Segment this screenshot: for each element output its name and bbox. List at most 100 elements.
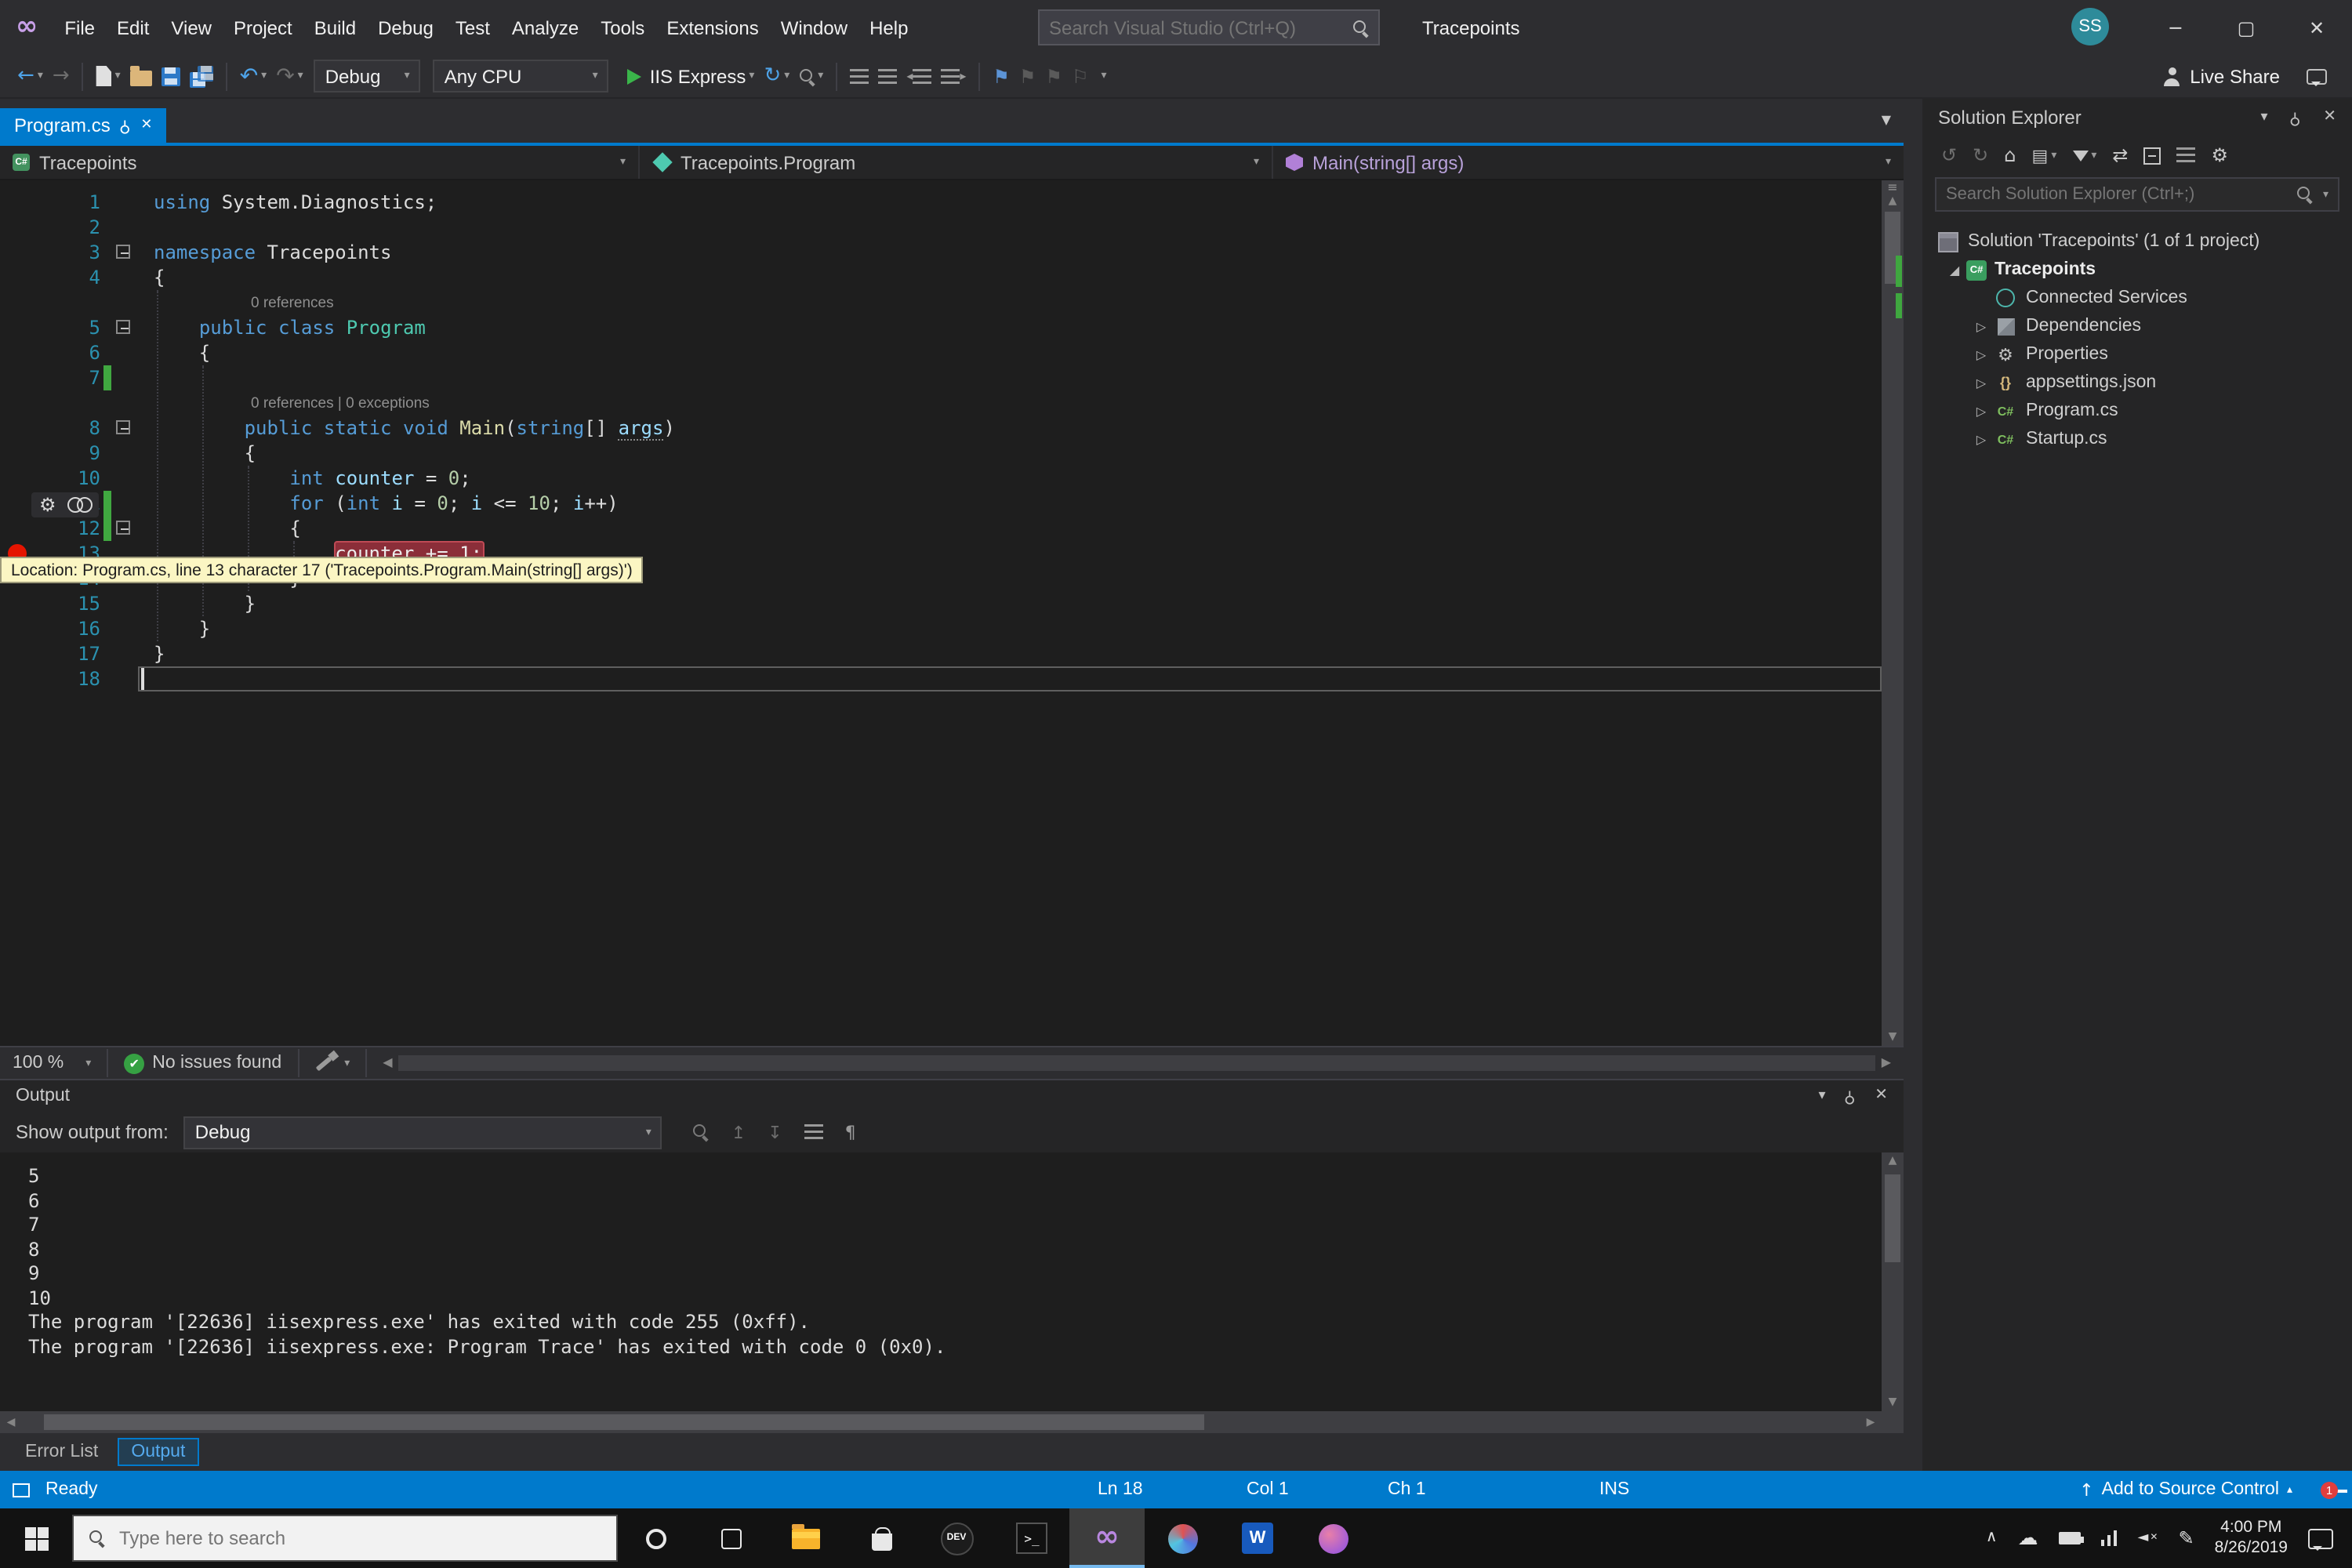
breakpoint-margin[interactable]	[0, 466, 41, 491]
toolbar-overflow-button[interactable]	[1098, 71, 1107, 82]
pin-icon[interactable]	[1845, 1088, 1857, 1104]
find-message-icon[interactable]	[693, 1124, 710, 1140]
solution-explorer-header[interactable]: Solution Explorer	[1922, 99, 2352, 136]
fold-collapse-icon[interactable]	[116, 320, 130, 334]
microsoft-store-button[interactable]	[844, 1508, 919, 1568]
scroll-down-icon[interactable]	[1882, 1032, 1904, 1043]
menu-help[interactable]: Help	[858, 0, 919, 55]
save-button[interactable]	[161, 67, 180, 85]
output-vertical-scrollbar[interactable]	[1882, 1152, 1904, 1411]
window-position-icon[interactable]	[2261, 110, 2268, 125]
open-file-button[interactable]	[129, 66, 152, 86]
toggle-bookmark-button[interactable]	[993, 67, 1010, 85]
scroll-left-icon[interactable]	[0, 1417, 22, 1428]
breakpoint-adornment[interactable]	[31, 492, 99, 517]
breakpoint-margin[interactable]	[0, 290, 41, 315]
refresh-button[interactable]	[764, 66, 789, 86]
file-explorer-button[interactable]	[768, 1508, 844, 1568]
close-icon[interactable]	[2323, 110, 2336, 125]
tree-item-tracepoints[interactable]: ◢ Tracepoints	[1922, 256, 2352, 284]
window-position-icon[interactable]	[1819, 1088, 1826, 1104]
breakpoint-margin[interactable]	[0, 416, 41, 441]
close-button[interactable]	[2281, 0, 2352, 55]
forward-icon[interactable]	[1973, 146, 1988, 165]
chevron-down-icon[interactable]	[115, 71, 121, 82]
tree-item-appsettings-json[interactable]: ▷ appsettings.json	[1922, 368, 2352, 397]
home-icon[interactable]	[2004, 146, 2016, 165]
close-icon[interactable]	[1875, 1088, 1888, 1104]
breakpoint-margin[interactable]	[0, 666, 41, 691]
breakpoint-toggle-icon[interactable]	[67, 497, 93, 513]
tree-item-startup-cs[interactable]: ▷ Startup.cs	[1922, 425, 2352, 453]
start-button[interactable]	[0, 1508, 72, 1568]
breakpoint-margin[interactable]	[0, 616, 41, 641]
breakpoint-margin[interactable]	[0, 190, 41, 215]
scrollbar-thumb[interactable]	[1885, 1174, 1900, 1262]
code-text[interactable]: }	[138, 641, 1882, 666]
live-share-button[interactable]: Live Share	[2161, 65, 2280, 87]
fold-collapse-icon[interactable]	[116, 245, 130, 259]
breadcrumb-type-dropdown[interactable]: Tracepoints.Program	[640, 146, 1273, 179]
editor-vertical-scrollbar[interactable]	[1882, 180, 1904, 1046]
chevron-collapsed-icon[interactable]: ▷	[1969, 432, 1993, 446]
save-all-button[interactable]	[189, 65, 213, 87]
menu-edit[interactable]: Edit	[106, 0, 160, 55]
solution-explorer-search-box[interactable]	[1935, 177, 2339, 212]
solution-explorer-search-input[interactable]	[1946, 185, 2298, 204]
tree-item-solution-tracepoints-1-of-1-project[interactable]: Solution 'Tracepoints' (1 of 1 project)	[1922, 227, 2352, 256]
breakpoint-margin[interactable]	[0, 365, 41, 390]
comment-button[interactable]	[850, 68, 869, 84]
switch-views-button[interactable]	[2032, 147, 2057, 164]
menu-project[interactable]: Project	[223, 0, 303, 55]
document-list-dropdown-icon[interactable]	[1882, 114, 1891, 127]
chevron-collapsed-icon[interactable]: ▷	[1969, 376, 1993, 390]
uncomment-button[interactable]	[878, 68, 898, 84]
fold-margin[interactable]	[113, 315, 138, 340]
start-debugging-button[interactable]: IIS Express	[627, 65, 755, 87]
find-in-files-button[interactable]	[799, 68, 823, 84]
tab-error-list[interactable]: Error List	[13, 1439, 111, 1465]
breakpoint-margin[interactable]	[0, 265, 41, 290]
panel-splitter[interactable]	[1904, 99, 1922, 1471]
navigate-forward-button[interactable]	[53, 66, 70, 86]
code-region[interactable]: Location: Program.cs, line 13 character …	[0, 180, 1882, 1046]
chevron-collapsed-icon[interactable]: ▷	[1969, 347, 1993, 361]
chevron-down-icon[interactable]	[261, 71, 267, 82]
chevron-down-icon[interactable]	[344, 1058, 350, 1069]
code-text[interactable]: namespace Tracepoints	[138, 240, 1882, 265]
close-tab-icon[interactable]	[140, 118, 152, 132]
fold-margin[interactable]	[113, 416, 138, 441]
undo-button[interactable]	[240, 65, 267, 87]
chevron-down-icon[interactable]	[1886, 157, 1891, 168]
breakpoint-margin[interactable]	[0, 240, 41, 265]
maximize-button[interactable]	[2211, 0, 2281, 55]
breakpoint-margin[interactable]	[0, 340, 41, 365]
search-icon[interactable]	[2297, 187, 2314, 202]
battery-icon[interactable]	[2058, 1532, 2084, 1544]
minimize-button[interactable]	[2140, 0, 2211, 55]
breakpoint-margin[interactable]	[0, 441, 41, 466]
chevron-collapsed-icon[interactable]: ▷	[1969, 404, 1993, 418]
tree-item-program-cs[interactable]: ▷ Program.cs	[1922, 397, 2352, 425]
zoom-dropdown[interactable]: 100 %	[13, 1054, 91, 1073]
output-source-dropdown[interactable]: Debug	[183, 1116, 662, 1149]
menu-file[interactable]: File	[53, 0, 106, 55]
scroll-up-icon[interactable]	[1882, 1156, 1904, 1167]
menu-extensions[interactable]: Extensions	[655, 0, 769, 55]
scroll-up-icon[interactable]	[1882, 196, 1904, 207]
menu-build[interactable]: Build	[303, 0, 367, 55]
fold-collapse-icon[interactable]	[116, 521, 130, 535]
network-icon[interactable]	[2100, 1530, 2118, 1546]
menu-analyze[interactable]: Analyze	[501, 0, 590, 55]
add-to-source-control-button[interactable]: Add to Source Control	[2079, 1480, 2292, 1499]
show-all-files-icon[interactable]	[2176, 147, 2196, 163]
chevron-expanded-icon[interactable]: ◢	[1943, 263, 1966, 277]
app-button-2[interactable]	[1295, 1508, 1370, 1568]
menu-window[interactable]: Window	[770, 0, 858, 55]
solution-platform-dropdown[interactable]: Any CPU	[433, 60, 609, 93]
next-message-icon[interactable]	[768, 1123, 782, 1141]
breakpoint-margin[interactable]	[0, 641, 41, 666]
solution-configuration-dropdown[interactable]: Debug	[314, 60, 421, 93]
code-text[interactable]: 0 references	[138, 290, 1882, 315]
menu-debug[interactable]: Debug	[367, 0, 445, 55]
